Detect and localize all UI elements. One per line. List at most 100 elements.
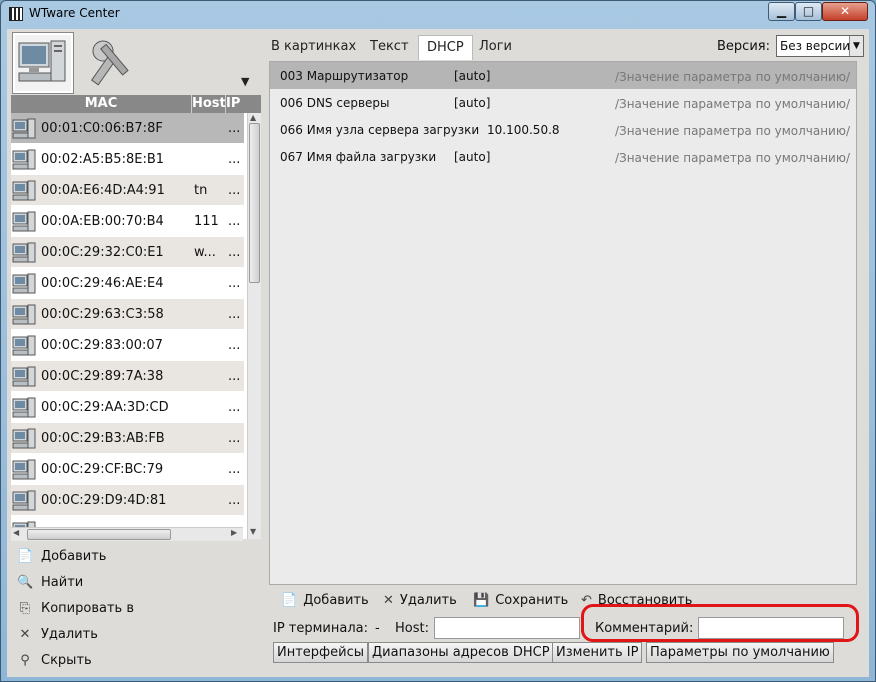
mac-cell: 00:02:A5:B5:8E:B1: [41, 152, 165, 167]
ip-cell: ...: [228, 214, 241, 229]
param-name: 003 Маршрутизатор: [280, 69, 409, 83]
table-row[interactable]: 00:0C:29:89:7A:38...: [11, 361, 244, 392]
tools-icon[interactable]: [81, 33, 141, 93]
mac-cell: 00:0A:EB:00:70:B4: [41, 214, 164, 229]
computer-icon: [12, 366, 36, 388]
settings-pane: В картинках Текст DHCP Логи Версия: Без …: [265, 29, 869, 677]
minimize-button[interactable]: ▁: [768, 2, 795, 21]
add-label: Добавить: [303, 593, 369, 608]
delete-terminal-button[interactable]: ✕ Удалить: [11, 623, 251, 649]
host-cell: w...: [194, 245, 216, 260]
computer-icon: [12, 118, 36, 140]
mac-cell: 00:0C:29:89:7A:38: [41, 369, 164, 384]
computer-icon: [12, 211, 36, 233]
tab-dhcp[interactable]: DHCP: [418, 35, 473, 60]
scroll-left-icon[interactable]: ◀: [13, 528, 19, 537]
chevron-down-icon[interactable]: ▼: [849, 36, 863, 56]
column-mac[interactable]: MAC: [11, 96, 191, 112]
table-row[interactable]: 00:0C:29:D9:4D:81...: [11, 485, 244, 516]
mac-cell: 00:0C:29:CF:BC:79: [41, 462, 164, 477]
table-row[interactable]: 00:02:A5:B5:8E:B1...: [11, 144, 244, 175]
computer-icon[interactable]: [13, 33, 73, 93]
table-row[interactable]: 00:0C:29:46:AE:E4...: [11, 268, 244, 299]
column-ip[interactable]: IP: [226, 96, 242, 112]
tab-logs[interactable]: Логи: [479, 39, 512, 54]
app-icon: [9, 7, 23, 21]
list-item[interactable]: 066 Имя узла сервера загрузки 10.100.50.8…: [270, 116, 856, 143]
table-row[interactable]: 00:0C:29:AA:3D:CD...: [11, 392, 244, 423]
table-row[interactable]: 00:0C:29:83:00:07...: [11, 330, 244, 361]
mac-cell: 00:0C:29:63:C3:58: [41, 307, 164, 322]
scroll-right-icon[interactable]: ▶: [231, 528, 237, 537]
host-input[interactable]: [434, 617, 580, 639]
comment-highlight: [581, 604, 859, 642]
list-item[interactable]: 003 Маршрутизатор [auto] /Значение парамет…: [270, 62, 856, 89]
dhcp-parameters-list: 003 Маршрутизатор [auto] /Значение парамет…: [269, 61, 857, 585]
tab-text[interactable]: Текст: [370, 39, 409, 54]
param-default: /Значение параметра по умолчанию/: [614, 124, 850, 138]
save-label: Сохранить: [495, 593, 569, 608]
action-label: Копировать в: [41, 601, 134, 616]
table-row[interactable]: 00:0C:29:B3:AB:FB...: [11, 423, 244, 454]
view-dropdown-icon[interactable]: ▼: [241, 75, 249, 88]
defaults-button[interactable]: Параметры по умолчанию: [646, 642, 834, 663]
computer-icon: [12, 490, 36, 512]
ip-cell: ...: [228, 183, 241, 198]
scroll-thumb[interactable]: [249, 123, 260, 283]
add-parameter-button[interactable]: 📄 Добавить: [281, 593, 369, 608]
table-row[interactable]: 00:01:C0:06:B7:8F...: [11, 113, 244, 144]
view-switcher: ▼: [11, 33, 255, 95]
copy-to-button[interactable]: ⎘ Копировать в: [11, 597, 251, 623]
interfaces-button[interactable]: Интерфейсы: [273, 642, 369, 663]
mac-cell: 00:0C:29:AA:3D:CD: [41, 400, 169, 415]
window-title: WTware Center: [29, 6, 120, 20]
maximize-button[interactable]: □: [795, 2, 822, 21]
computer-icon: [12, 273, 36, 295]
param-value: [auto]: [454, 150, 491, 164]
scroll-thumb[interactable]: [27, 529, 171, 540]
scroll-up-icon[interactable]: ▲: [250, 113, 256, 122]
dhcp-ranges-button[interactable]: Диапазоны адресов DHCP: [368, 642, 554, 663]
computer-icon: [12, 242, 36, 264]
ip-cell: ...: [228, 152, 241, 167]
mac-cell: 00:01:C0:06:B7:8F: [41, 121, 163, 136]
mac-cell: 00:0C:29:B3:AB:FB: [41, 431, 165, 446]
horizontal-scrollbar[interactable]: ◀ ▶: [11, 527, 243, 541]
column-host[interactable]: Host: [192, 96, 226, 112]
ip-cell: ...: [228, 338, 241, 353]
vertical-scrollbar[interactable]: ▲ ▼: [247, 113, 261, 539]
client-area: ▼ MAC Host IP 00:01:C0:06:B7:8F... 00:02:…: [7, 29, 869, 677]
save-button[interactable]: 💾 Сохранить: [473, 593, 568, 608]
delete-parameter-button[interactable]: ✕ Удалить: [383, 593, 457, 608]
table-row[interactable]: 00:0A:EB:00:70:B4 111...: [11, 206, 244, 237]
host-cell: 111: [194, 214, 219, 229]
close-button[interactable]: ✕: [822, 2, 868, 21]
document-icon: 📄: [17, 549, 34, 564]
table-row[interactable]: 00:0C:29:32:C0:E1 w......: [11, 237, 244, 268]
ip-cell: ...: [228, 493, 241, 508]
table-row[interactable]: 00:0C:29:CF:BC:79...: [11, 454, 244, 485]
mac-cell: 00:0C:29:32:C0:E1: [41, 245, 164, 260]
add-terminal-button[interactable]: 📄 Добавить: [11, 545, 251, 571]
delete-label: Удалить: [399, 593, 457, 608]
app-window: WTware Center ▁ □ ✕ ▼ MAC Host IP 00:01:…: [0, 0, 876, 682]
list-item[interactable]: 006 DNS серверы [auto] /Значение параметра…: [270, 89, 856, 116]
version-select[interactable]: Без версии ▼: [776, 35, 864, 57]
change-ip-button[interactable]: Изменить IP: [552, 642, 643, 663]
computer-icon: [12, 459, 36, 481]
scroll-down-icon[interactable]: ▼: [250, 527, 256, 536]
hide-button[interactable]: ⚲ Скрыть: [11, 649, 251, 675]
list-item[interactable]: 067 Имя файла загрузки [auto] /Значение па…: [270, 143, 856, 170]
hide-icon: ⚲: [20, 653, 30, 668]
find-button[interactable]: 🔍 Найти: [11, 571, 251, 597]
copy-icon: ⎘: [19, 601, 31, 616]
param-value: 10.100.50.8: [487, 123, 560, 137]
tab-pictures[interactable]: В картинках: [271, 39, 356, 54]
delete-icon: ✕: [19, 627, 31, 642]
bottom-buttons: Интерфейсы Диапазоны адресов DHCP Измени…: [269, 642, 859, 664]
mac-cell: 00:0A:E6:4D:A4:91: [41, 183, 165, 198]
terminal-list: MAC Host IP 00:01:C0:06:B7:8F... 00:02:A5…: [11, 95, 261, 539]
table-row[interactable]: 00:0C:29:63:C3:58...: [11, 299, 244, 330]
table-row[interactable]: 00:0A:E6:4D:A4:91 tn...: [11, 175, 244, 206]
ip-cell: ...: [228, 121, 241, 136]
